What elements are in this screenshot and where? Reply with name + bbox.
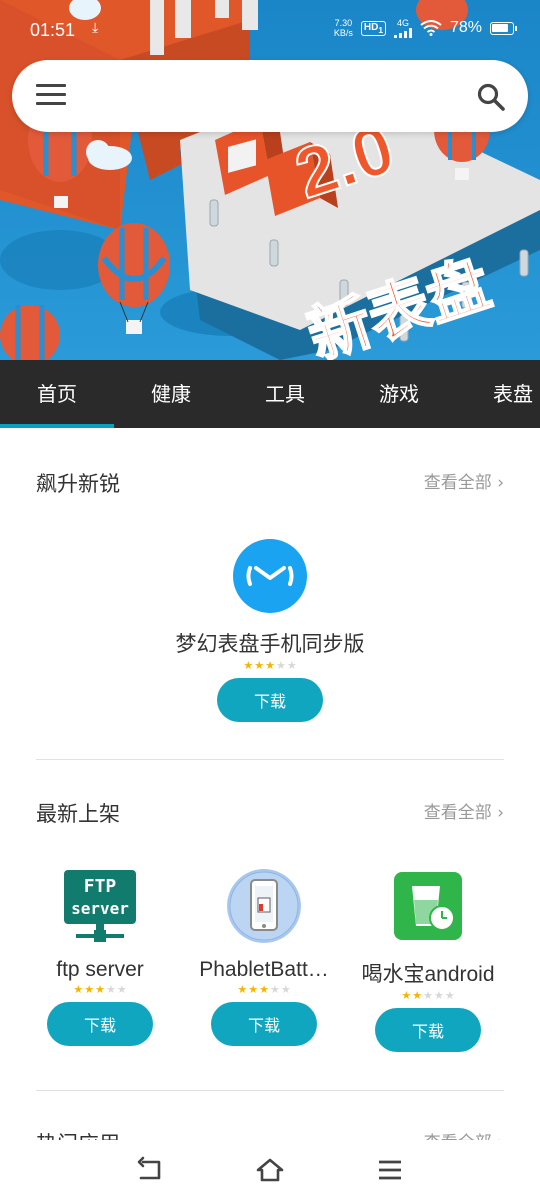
phablet-battery-icon [226,868,302,944]
server-icon-text: server [71,899,129,918]
search-input[interactable] [82,76,462,116]
network-speed-value: 7.30 [334,18,353,28]
section-newest-header: 最新上架 查看全部 › [36,798,504,830]
newest-see-all-link[interactable]: 查看全部 › [424,798,504,823]
battery-icon [490,21,517,35]
app-name: ftp server [56,958,144,981]
star-filled-icon: ★ [95,983,105,996]
battery-percent: 78% [449,19,482,36]
status-indicators: 7.30 KB/s HD1 4G 78% [334,17,517,38]
download-button[interactable]: 下载 [47,1002,153,1046]
section-newest-title: 最新上架 [36,802,120,826]
star-empty-icon: ★ [275,659,286,672]
back-icon[interactable] [135,1155,165,1185]
see-all-label: 查看全部 [423,803,492,823]
star-filled-icon: ★ [73,983,84,996]
app-name: 梦幻表盘手机同步版 [175,633,365,656]
section-divider [36,1090,504,1091]
signal-icon: 4G [393,17,412,38]
star-empty-icon: ★ [280,983,291,996]
network-speed-unit: KB/s [333,28,353,38]
hd-label: HD [363,21,379,33]
chevron-right-icon: › [497,473,504,493]
download-indicator-icon: ⤓ [92,20,99,36]
star-empty-icon: ★ [444,989,455,1002]
see-all-label: 查看全部 [423,473,492,493]
category-tabs: 首页 健康 工具 游戏 表盘 [0,360,540,428]
app-card-phablet-battery[interactable]: PhabletBatt… ★ ★ ★ ★ ★ 下载 [182,868,346,1046]
wifi-icon [420,20,442,36]
star-empty-icon: ★ [105,983,116,996]
app-card-ftp-server[interactable]: FTP server ftp server ★ ★ ★ ★ ★ 下载 [18,868,182,1046]
ftp-server-icon: FTP server [62,868,138,944]
tab-tools[interactable]: 工具 [228,360,342,428]
app-card-water-reminder[interactable]: 喝水宝android ★ ★ ★ ★ ★ 下载 [346,868,510,1052]
hd-voice-badge: HD1 [360,20,386,36]
star-filled-icon: ★ [254,659,265,672]
download-button[interactable]: 下载 [375,1008,481,1052]
download-button[interactable]: 下载 [211,1002,317,1046]
search-icon[interactable] [476,82,506,112]
status-bar: 01:51 ⤓ 7.30 KB/s HD1 4G 78% [0,0,540,58]
star-empty-icon: ★ [423,989,433,1002]
tab-games[interactable]: 游戏 [342,360,456,428]
app-name: 喝水宝android [361,963,495,986]
hd-sim-number: 1 [378,24,383,35]
status-time: 01:51 [30,20,76,40]
ftp-icon-text: FTP [84,876,117,897]
rating-stars: ★ ★ ★ ★ ★ [160,660,380,672]
tab-health[interactable]: 健康 [114,360,228,428]
download-button[interactable]: 下载 [217,678,323,722]
home-icon[interactable] [255,1155,285,1185]
app-card[interactable]: 梦幻表盘手机同步版 ★ ★ ★ ★ ★ 下载 [160,538,380,722]
star-empty-icon: ★ [116,983,127,996]
star-filled-icon: ★ [248,983,259,996]
section-rising-title: 飙升新锐 [36,472,120,496]
rating-stars: ★ ★ ★ ★ ★ [346,990,510,1002]
star-filled-icon: ★ [412,989,423,1002]
rating-stars: ★ ★ ★ ★ ★ [18,984,182,996]
rising-see-all-link[interactable]: 查看全部 › [424,468,504,493]
water-cup-icon [390,868,466,944]
rating-stars: ★ ★ ★ ★ ★ [182,984,346,996]
star-empty-icon: ★ [269,983,280,996]
search-bar [12,60,528,132]
star-empty-icon: ★ [433,989,444,1002]
star-filled-icon: ★ [265,659,275,672]
star-filled-icon: ★ [84,983,95,996]
dreamwatch-icon [232,538,308,614]
section-rising-header: 飙升新锐 查看全部 › [36,468,504,500]
system-nav-bar [0,1140,540,1200]
app-name: PhabletBatt… [199,958,329,981]
tab-watchfaces[interactable]: 表盘 [456,360,540,428]
recents-menu-icon[interactable] [375,1155,405,1185]
star-filled-icon: ★ [259,983,269,996]
section-divider [36,759,504,760]
star-filled-icon: ★ [401,989,412,1002]
tab-home[interactable]: 首页 [0,360,114,428]
signal-label: 4G [396,17,409,28]
network-speed: 7.30 KB/s [334,18,353,38]
chevron-right-icon: › [497,803,504,823]
star-filled-icon: ★ [237,983,248,996]
star-empty-icon: ★ [286,659,297,672]
menu-icon[interactable] [36,84,66,108]
star-filled-icon: ★ [243,659,254,672]
